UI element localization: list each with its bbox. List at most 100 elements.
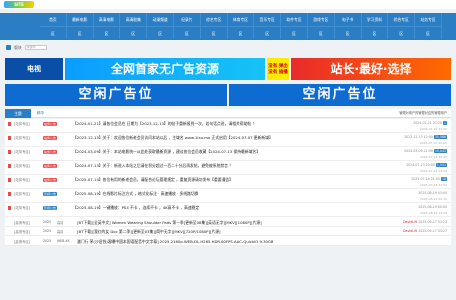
thread-title[interactable]: 【2024-07-13】关于：新进入本站之后请在积分超过一百二十分后再发帖，避免… [73, 163, 233, 169]
thread-row[interactable]: [站务专区] 影视公告 【2025-08-19】在线影片标注方式 ，格式化标注 · … [5, 189, 451, 203]
main-navbar: 首页 最新电影 高清电影 高清剧集 动漫频道 纪录片 综艺专区 体育专区 音乐专区 软件专区 游戏专… [0, 13, 456, 40]
thread-forum[interactable]: [站务专区] [14, 149, 30, 154]
nav-item[interactable]: 区 [388, 27, 416, 39]
reply-count-badge: 1 [442, 121, 447, 125]
thread-author[interactable]: DavidLift [403, 229, 417, 233]
nav-item[interactable]: 高清电影 [94, 13, 121, 26]
nav-item[interactable]: 区 [308, 27, 335, 39]
thread-year: 2025 [43, 238, 52, 243]
thread-user-date: 2024-07-13 20:00 [406, 163, 435, 167]
nav-item[interactable]: 区 [94, 27, 121, 39]
nav-item[interactable]: 区 [362, 27, 389, 39]
search-input[interactable]: 关键字 [24, 45, 47, 50]
thread-row[interactable]: [站务专区] 站务公告 【2023-12-13】关于：欢迎各位新老会员访问本站以后 … [5, 133, 451, 147]
home-icon[interactable] [6, 45, 11, 50]
thread-forum[interactable]: [站务专区] [14, 163, 30, 168]
thread-label[interactable]: 站务公告 [43, 163, 58, 168]
nav-item[interactable]: 区 [67, 27, 94, 39]
thread-label[interactable]: 站务公告 [43, 177, 58, 182]
thread-title[interactable]: 【2024-03-09】关于：本站电影统一从此处获取最新资源 ，建议各位会员收藏… [73, 149, 260, 155]
thread-row[interactable]: [站务专区] 站务公告 【2024-07-13】关于：新进入本站之后请在积分超过一百… [5, 161, 451, 175]
thread-label[interactable]: 站务公告 [43, 121, 58, 126]
thread-title[interactable]: 【2024-01-21】请各位会员在 日期为【2023-12-13】的帖子重新报… [73, 121, 256, 127]
thread-forum[interactable]: [站务专区] [14, 121, 30, 126]
thread-title[interactable]: [BT下载][全英中文] Women Wearing Shoulder Pads… [77, 220, 262, 226]
nav-item[interactable]: 游戏专区 [308, 13, 335, 26]
reply-count-badge: 1,541 [435, 163, 447, 167]
nav-item[interactable]: 首页 [40, 13, 67, 26]
thread-row[interactable]: [站务专区] 站务公告 【2024-01-21】请各位会员在 日期为【2023-12… [5, 119, 451, 133]
nav-item[interactable]: 区 [281, 27, 308, 39]
nav-item[interactable]: 区 [254, 27, 282, 39]
nav-item[interactable]: 电子书 [335, 13, 362, 26]
nav-item[interactable]: 站务专区 [415, 13, 442, 26]
nav-item[interactable]: 区 [335, 27, 362, 39]
thread-title[interactable]: 【2023-12-13】关于：欢迎各位新老会员访问本站以后 ，主域名 www.1… [73, 135, 273, 141]
tab-threads[interactable]: 主题 [5, 109, 31, 118]
nav-row-secondary: 区区区区区区区区区区区区区区区 [40, 26, 442, 39]
thread-label[interactable]: 影视公告 [43, 191, 58, 196]
nav-item[interactable]: 软件专区 [281, 13, 308, 26]
thread-label[interactable]: 站务公告 [43, 149, 58, 154]
thread-forum[interactable]: [站务专区] [14, 205, 30, 210]
thread-forum[interactable]: [站务专区] [14, 177, 30, 182]
nav-item[interactable]: 体育专区 [228, 13, 255, 26]
thread-title[interactable]: 【2025-08-19】在线影片标注方式 ，格式化标注 · 高速播放 · 多线路… [73, 191, 198, 197]
nav-item[interactable]: 区 [147, 27, 174, 39]
thread-row[interactable]: [站务专区] 站务公告 【2025-07-14】各位有用的新老会员，请配合论坛管理规… [5, 175, 451, 189]
nav-item[interactable]: 区 [415, 27, 442, 39]
ad-banner-row-2: 空闲广告位 空闲广告位 [5, 84, 451, 106]
thread-user-date: 2024-03-09 21:59 [404, 149, 433, 153]
thread-forum[interactable]: [站务专区] [14, 135, 30, 140]
nav-item[interactable]: 音乐专区 [254, 13, 282, 26]
thread-post-time: 2025-08-19 00:00 [418, 205, 447, 209]
thread-author[interactable]: DavidLift [403, 220, 417, 224]
ad-tag-block[interactable]: 没有 弹出 没有 插播 [267, 58, 289, 80]
thread-post-time: DavidLift 2025-09-17 03:27 [403, 229, 447, 233]
ad-banner-right[interactable]: 站长·最好·选择 [291, 58, 451, 80]
thread-forum[interactable]: [站务专区] [14, 191, 30, 196]
thread-time: 2025-09-17 03:23 [418, 219, 447, 224]
thread-label[interactable]: 站务公告 [43, 135, 58, 140]
thread-row[interactable]: [高清专区] 2025 高清 [BT下载][我红的女 Doc 第二季][更新至03集]… [5, 227, 451, 236]
thread-row[interactable]: [高清专区] 2025 WEB-4K 潘门行 茅(沙旧钱)客曝中国本国语配音中文字幕]… [5, 236, 451, 246]
nav-item[interactable]: 高清剧集 [120, 13, 148, 26]
nav-item[interactable]: 区 [40, 27, 67, 39]
thread-title[interactable]: 【2025-08-19】一键播放：PS4 不卡 ，连续不卡 ，4K高不卡 ，高速… [73, 205, 199, 211]
thread-title[interactable]: [BT下载][我红的女 Doc 第二季][更新至03集][简中无字][MKV][… [77, 229, 221, 235]
nav-item[interactable]: 综艺专区 [201, 13, 228, 26]
breadcrumb-label[interactable]: 版块 [14, 45, 22, 51]
thread-row[interactable]: [高清专区] 2025 高清 [BT下载][全英中文] Women Wearing S… [5, 217, 451, 227]
thread-row[interactable]: [站务专区] 影视公告 【2025-08-19】一键播放：PS4 不卡 ，连续不卡 … [5, 203, 451, 217]
nav-item[interactable]: 纪录片 [174, 13, 201, 26]
thread-row[interactable]: [站务专区] 站务公告 【2024-03-09】关于：本站电影统一从此处获取最新资源… [5, 147, 451, 161]
reply-count-badge: 35,566 [433, 135, 447, 139]
thread-title[interactable]: 潘门行 茅(沙旧钱)客曝中国本国语配音中文字幕].2025.2160p.WEB-… [77, 239, 273, 245]
pin-icon [8, 122, 11, 126]
thread-forum[interactable]: [高清专区] [14, 220, 30, 225]
thread-user-date: 2025-08-19 03:00 [418, 191, 447, 195]
nav-item[interactable]: 最新电影 [67, 13, 94, 26]
ad-tv-logo[interactable]: 电视 [5, 58, 63, 80]
thread-post-time: 2023-12-13 12:00 35,566 [404, 135, 447, 139]
nav-item[interactable]: 动漫频道 [147, 13, 174, 26]
nav-item[interactable]: 区 [174, 27, 201, 39]
thread-post-time: 2024-07-13 20:00 1,541 [406, 163, 447, 167]
site-logo[interactable]: SITE [4, 1, 34, 8]
nav-item[interactable]: 区 [120, 27, 148, 39]
nav-item[interactable]: 综合专区 [388, 13, 416, 26]
tab-digest[interactable]: 精华 [37, 109, 44, 118]
thread-forum[interactable]: [高清专区] [14, 239, 30, 244]
idle-ad-slot-right[interactable]: 空闲广告位 [229, 84, 451, 106]
tab-notice-text: 管理对用户的管理对应的管理用户 [399, 111, 447, 115]
thread-last-reply: 2025-08-19 02:10 [419, 197, 447, 201]
thread-label[interactable]: 影视公告 [43, 205, 58, 210]
thread-forum[interactable]: [高清专区] [14, 229, 30, 234]
nav-item[interactable]: 区 [201, 27, 228, 39]
nav-item[interactable]: 区 [228, 27, 255, 39]
idle-ad-slot-left[interactable]: 空闲广告位 [5, 84, 227, 106]
pin-icon [8, 178, 11, 182]
thread-title[interactable]: 【2025-07-14】各位有用的新老会员，请配合论坛管理规定 ，重复资源请勿发… [73, 177, 233, 183]
ad-banner-left[interactable]: 全网首家无广告资源 [65, 58, 265, 80]
nav-item[interactable]: 学习资料 [362, 13, 389, 26]
